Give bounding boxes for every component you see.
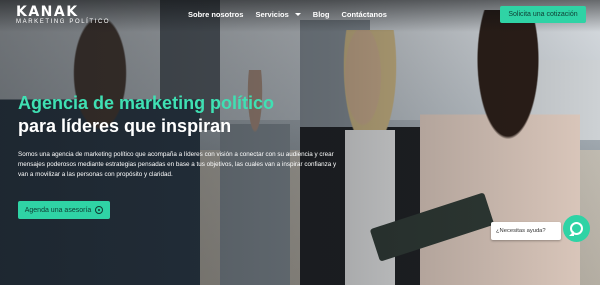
whatsapp-icon [95, 206, 104, 214]
brand-logo[interactable]: KANAK MARKETING POLÍTICO [16, 4, 110, 25]
whatsapp-icon [570, 222, 583, 235]
schedule-consultation-button[interactable]: Agenda una asesoría [18, 201, 110, 219]
hero-description: Somos una agencia de marketing político … [18, 151, 337, 178]
brand-name: KANAK [16, 4, 79, 20]
chevron-down-icon [294, 13, 301, 16]
hero-title: Agencia de marketing político para líder… [18, 92, 274, 137]
brand-tagline: MARKETING POLÍTICO [16, 19, 111, 25]
request-quote-button[interactable]: Solicita una cotización [500, 6, 586, 23]
whatsapp-chat-button[interactable] [563, 215, 590, 242]
main-nav: Sobre nosotros Servicios Blog Contáctano… [188, 10, 387, 19]
chat-help-bubble[interactable]: ¿Necesitas ayuda? [491, 222, 561, 240]
nav-item-blog[interactable]: Blog [313, 10, 330, 19]
nav-item-contactanos[interactable]: Contáctanos [341, 10, 386, 19]
hero-title-line1: Agencia de marketing político [18, 93, 275, 113]
hero-title-line2: para líderes que inspiran [18, 115, 232, 136]
nav-item-sobre-nosotros[interactable]: Sobre nosotros [188, 10, 243, 19]
nav-item-servicios[interactable]: Servicios [255, 10, 301, 19]
